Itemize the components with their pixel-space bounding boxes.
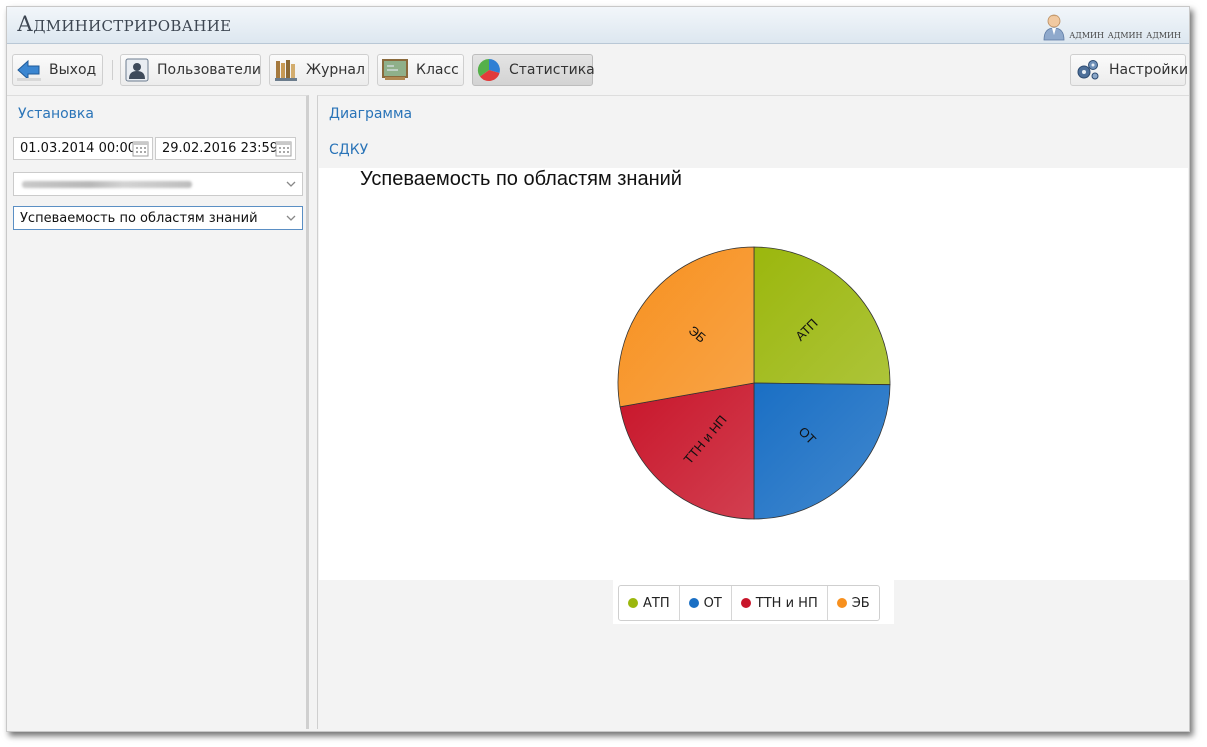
date-to-value: 29.02.2016 23:59 [162, 141, 279, 156]
legend-item-1[interactable]: АТП [619, 586, 680, 620]
app-title: Администрирование [17, 12, 232, 36]
setup-link[interactable]: Установка [18, 106, 94, 122]
legend-label: ЭБ [851, 595, 870, 611]
chevron-down-icon [286, 181, 296, 187]
date-to-field[interactable]: 29.02.2016 23:59 [155, 137, 296, 160]
user-name: админ админ админ [1069, 27, 1181, 41]
user-menu[interactable]: админ админ админ [1042, 13, 1181, 41]
legend-label: АТП [643, 595, 670, 611]
toolbar-divider [112, 60, 113, 80]
legend-container: АТП ОТ ТТН и НП ЭБ [613, 580, 894, 624]
department-select[interactable] [13, 172, 303, 196]
title-bar: Администрирование админ админ админ [7, 7, 1189, 44]
settings-panel: Установка 01.03.2014 00:00 29.02.2016 23… [7, 95, 309, 729]
journal-button-label: Журнал [306, 62, 365, 78]
pie-chart: АТПОТТТН и НПЭБ [617, 246, 891, 520]
settings-button-label: Настройки [1109, 62, 1189, 78]
pie-slice-1[interactable] [753, 246, 891, 386]
app-window: Администрирование админ админ админ Выхо… [6, 6, 1190, 732]
legend-item-4[interactable]: ЭБ [828, 586, 879, 620]
exit-button-label: Выход [49, 62, 97, 78]
pie-chart-icon [477, 58, 500, 82]
settings-button[interactable]: Настройки [1070, 54, 1189, 86]
exit-button[interactable]: Выход [12, 54, 103, 86]
redacted-value [22, 181, 192, 188]
calendar-icon[interactable] [275, 140, 292, 157]
date-from-value: 01.03.2014 00:00 [20, 141, 137, 156]
legend-marker-icon [628, 598, 638, 608]
legend-item-2[interactable]: ОТ [680, 586, 732, 620]
journal-button[interactable]: Журнал [269, 54, 369, 86]
chevron-down-icon [286, 215, 296, 221]
users-icon [125, 58, 149, 82]
legend-item-3[interactable]: ТТН и НП [732, 586, 828, 620]
toolbar: Выход Пользователи Журнал Класс Статисти… [7, 45, 1189, 95]
calendar-icon[interactable] [132, 140, 149, 157]
chart-area: Успеваемость по областям знаний АТП ОТ ТТН… [319, 168, 1188, 580]
statistics-button-label: Статистика [509, 62, 595, 78]
exit-arrow-icon [17, 59, 41, 81]
statistics-button[interactable]: Статистика [472, 54, 595, 86]
pie-slice-4[interactable] [617, 246, 755, 408]
class-button-label: Класс [416, 62, 459, 78]
users-button[interactable]: Пользователи [120, 54, 261, 86]
date-from-field[interactable]: 01.03.2014 00:00 [13, 137, 153, 160]
diagram-link[interactable]: Диаграмма [329, 106, 412, 122]
report-type-select[interactable]: Успеваемость по областям знаний [13, 206, 303, 230]
chart-legend: АТП ОТ ТТН и НП ЭБ [618, 585, 880, 621]
legend-label: ОТ [703, 595, 722, 611]
users-button-label: Пользователи [157, 62, 261, 78]
class-button[interactable]: Класс [377, 54, 464, 86]
pie-slice-2[interactable] [753, 382, 891, 520]
sdku-link[interactable]: СДКУ [329, 142, 368, 158]
legend-marker-icon [740, 598, 751, 608]
gears-icon [1077, 60, 1099, 80]
legend-marker-icon [836, 598, 847, 608]
classroom-board-icon [382, 59, 408, 80]
journal-icon [275, 60, 297, 81]
legend-marker-icon [688, 598, 699, 608]
report-type-value: Успеваемость по областям знаний [20, 211, 258, 226]
user-avatar-icon [1043, 14, 1065, 41]
legend-label: ТТН и НП [755, 595, 818, 611]
diagram-panel: Диаграмма СДКУ Успеваемость по областям … [317, 95, 1189, 729]
